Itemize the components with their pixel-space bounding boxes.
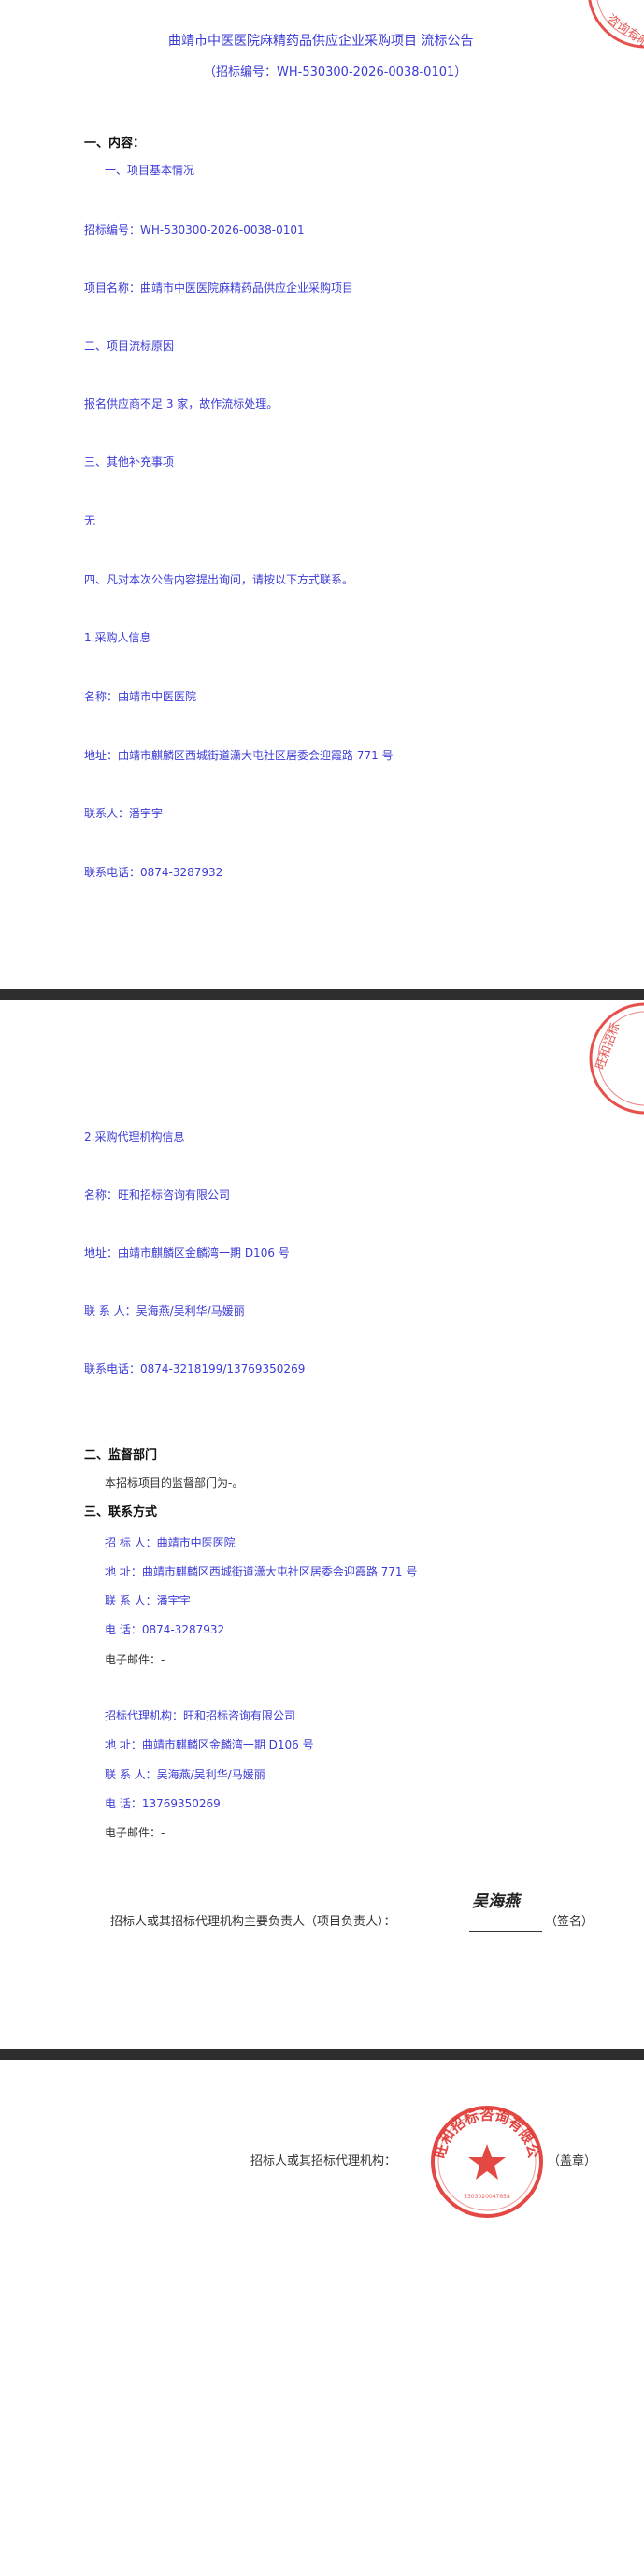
contact-email-2: 电子邮件：- [105,1826,165,1839]
project-name: 项目名称：曲靖市中医医院麻精药品供应企业采购项目 [84,281,354,295]
contact-phone-2: 电 话：13769350269 [105,1797,221,1810]
agency-address: 地址：曲靖市麒麟区金麟湾一期 D106 号 [84,1246,290,1259]
agency-contact: 联 系 人：吴海燕/吴利华/马媛丽 [84,1304,245,1317]
purchaser-heading: 1.采购人信息 [84,631,151,644]
bid-number: 招标编号：WH-530300-2026-0038-0101 [84,223,305,237]
agency-phone: 联系电话：0874-3218199/13769350269 [84,1362,306,1375]
company-seal: 旺和招标咨询有限公司 5303020047658 [428,2103,543,2218]
agency-name: 名称：旺和招标咨询有限公司 [84,1188,231,1202]
item-inquiry: 四、凡对本次公告内容提出询问，请按以下方式联系。 [84,573,354,586]
seal-partial-top: 旺和招标 [589,1002,644,1115]
seal-label: 招标人或其招标代理机构： [250,2154,397,2168]
page-separator [0,2049,644,2060]
contact-address-1: 地 址：曲靖市麒麟区西城街道潇大屯社区居委会迎霞路 771 号 [105,1565,418,1578]
purchaser-name: 名称：曲靖市中医医院 [84,690,197,703]
signature-suffix: （签名） [545,1915,594,1929]
supervision-text: 本招标项目的监督部门为-。 [105,1476,244,1489]
section-content-heading: 一、内容： [84,137,146,151]
notice-title: 曲靖市中医医院麻精药品供应企业采购项目 流标公告 [168,34,474,49]
contact-tenderer: 招 标 人：曲靖市中医医院 [105,1536,236,1549]
page-separator [0,989,644,1000]
seal-suffix: （盖章） [548,2154,597,2168]
purchaser-contact: 联系人：潘宇宇 [84,807,164,820]
purchaser-phone: 联系电话：0874-3287932 [84,866,223,879]
item-failure-reason: 二、项目流标原因 [84,339,175,353]
signature-label: 招标人或其招标代理机构主要负责人（项目负责人）： [110,1915,396,1929]
contact-email-1: 电子邮件：- [105,1653,165,1666]
item-other-matters: 三、其他补充事项 [84,455,175,468]
contact-phone-1: 电 话：0874-3287932 [105,1623,225,1636]
agency-heading: 2.采购代理机构信息 [84,1130,185,1144]
failure-reason: 报名供应商不足 3 家，故作流标处理。 [84,397,279,410]
signature-underline [469,1931,542,1932]
contact-person-1: 联 系 人：潘宇宇 [105,1594,191,1607]
contact-agency: 招标代理机构：旺和招标咨询有限公司 [105,1709,296,1722]
page-2: 旺和招标 2.采购代理机构信息 名称：旺和招标咨询有限公司 地址：曲靖市麒麟区金… [0,1000,644,2049]
seal-partial-top: 咨询有限 [588,0,644,51]
purchaser-address: 地址：曲靖市麒麟区西城街道潇大屯社区居委会迎霞路 771 号 [84,749,394,762]
svg-text:咨询有限: 咨询有限 [604,12,644,51]
bid-number-subtitle: （招标编号：WH-530300-2026-0038-0101） [204,65,467,79]
section-contact-heading: 三、联系方式 [84,1505,158,1519]
handwritten-signature: 吴海燕 [472,1892,520,1911]
item-project-basic: 一、项目基本情况 [105,164,195,177]
other-matters-value: 无 [84,514,96,527]
page-3: 招标人或其招标代理机构： 旺和招标咨询有限公司 5303020047658 （盖… [0,2060,644,2576]
contact-person-2: 联 系 人：吴海燕/吴利华/马媛丽 [105,1768,265,1781]
contact-address-2: 地 址：曲靖市麒麟区金麟湾一期 D106 号 [105,1738,314,1751]
svg-text:5303020047658: 5303020047658 [464,2194,510,2200]
section-supervision-heading: 二、监督部门 [84,1448,158,1462]
page-1: 咨询有限 曲靖市中医医院麻精药品供应企业采购项目 流标公告 （招标编号：WH-5… [0,0,644,989]
